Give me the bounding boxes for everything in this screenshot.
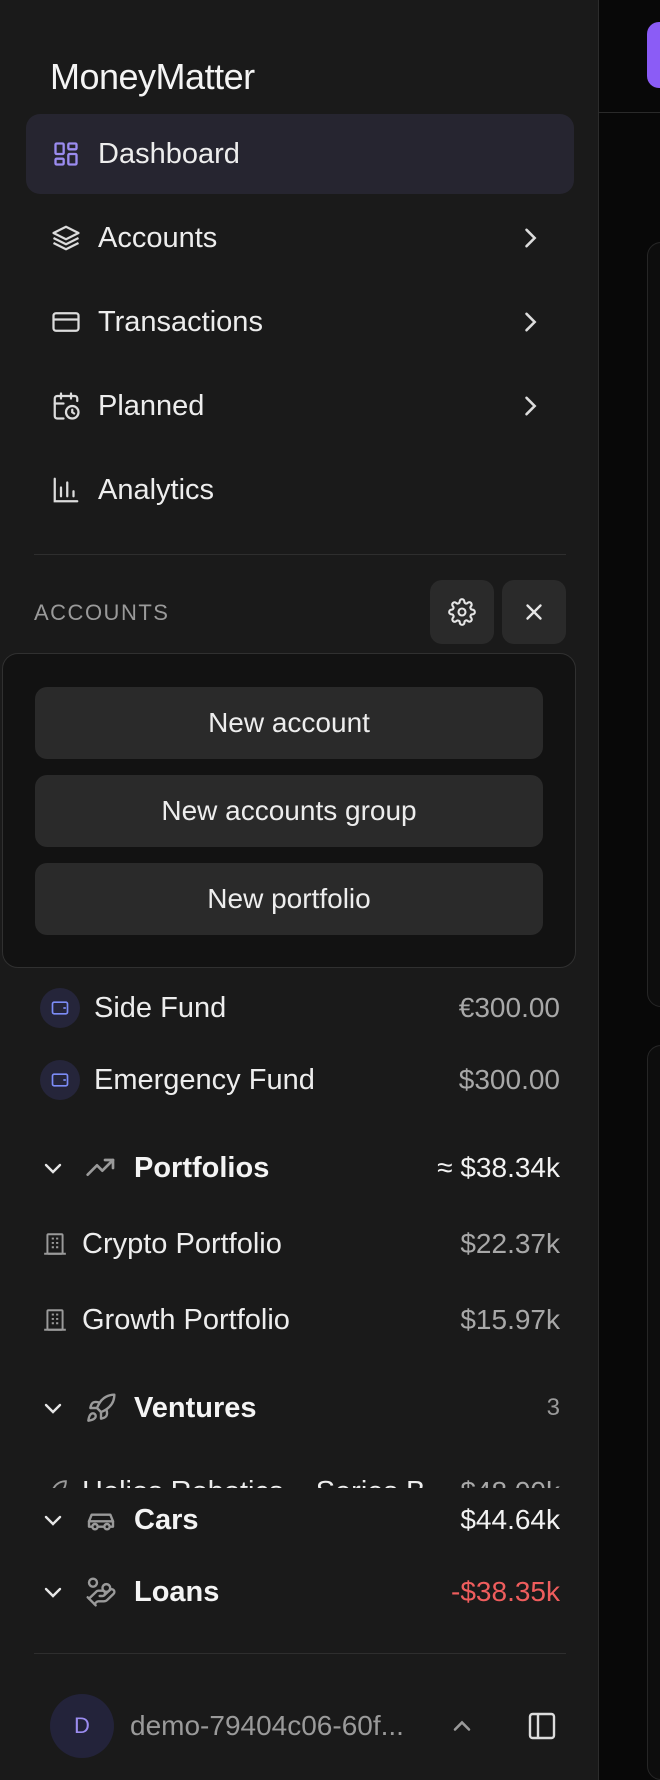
group-name: Cars [134,1503,199,1536]
nav-label: Transactions [98,305,263,338]
group-name: Ventures [134,1391,257,1424]
user-menu[interactable]: D demo-79404c06-60f... [50,1694,570,1758]
account-row-side-fund[interactable]: Side Fund €300.00 [40,984,560,1032]
portfolio-name: Crypto Portfolio [82,1227,282,1260]
wallet-icon [40,1060,80,1100]
rocket-icon [40,1477,70,1488]
accounts-settings-button[interactable] [430,580,494,644]
sidebar: MoneyMatter Dashboard Accounts Transacti… [0,0,599,1780]
group-total: -$38.35k [451,1576,560,1607]
building-icon [40,1305,70,1335]
nav-label: Planned [98,389,205,422]
trending-up-icon [84,1151,118,1185]
footer-divider [34,1653,566,1654]
group-name: Loans [134,1575,220,1608]
dashboard-icon [50,138,82,170]
new-portfolio-button[interactable]: New portfolio [35,863,543,935]
portfolio-value: $22.37k [460,1228,560,1259]
calendar-clock-icon [50,390,82,422]
venture-name: Helios Robotics – Series B [82,1476,425,1489]
main-content-edge [599,0,660,1780]
account-name: Side Fund [94,991,227,1024]
nav-label: Dashboard [98,137,240,170]
group-row-loans[interactable]: Loans -$38.35k [40,1568,560,1616]
nav-label: Accounts [98,221,218,254]
nav-item-transactions[interactable]: Transactions [26,282,574,362]
avatar[interactable]: D [50,1694,114,1758]
account-balance: $300.00 [458,1064,560,1095]
account-row-emergency-fund[interactable]: Emergency Fund $300.00 [40,1056,560,1104]
venture-value: $48.00k [460,1476,560,1488]
app-title: MoneyMatter [50,56,255,97]
chevron-up-icon[interactable] [448,1712,476,1740]
new-item-popup: New account New accounts group New portf… [2,653,576,968]
credit-card-icon [50,306,82,338]
group-count: 3 [546,1394,560,1421]
hand-coins-icon [84,1575,118,1609]
wallet-icon [40,988,80,1028]
sidebar-toggle-icon[interactable] [526,1710,558,1742]
layers-icon [50,222,82,254]
portfolio-value: $15.97k [460,1304,560,1335]
chevron-right-icon [525,312,537,332]
content-card [647,242,660,1007]
nav-item-planned[interactable]: Planned [26,366,574,446]
nav-item-dashboard[interactable]: Dashboard [26,114,574,194]
group-total: ≈ $38.34k [437,1152,560,1183]
portfolio-row-crypto[interactable]: Crypto Portfolio $22.37k [40,1220,560,1268]
chevron-down-icon[interactable] [40,1507,66,1533]
venture-row-clipped[interactable]: Helios Robotics – Series B $48.00k [40,1468,560,1488]
rocket-icon [84,1391,118,1425]
portfolio-name: Growth Portfolio [82,1303,290,1336]
new-account-button[interactable]: New account [35,687,543,759]
account-balance: €300.00 [458,992,560,1023]
nav-item-accounts[interactable]: Accounts [26,198,574,278]
content-card [647,1045,660,1780]
group-row-portfolios[interactable]: Portfolios ≈ $38.34k [40,1144,560,1192]
nav-label: Analytics [98,473,215,506]
account-name: Emergency Fund [94,1063,315,1096]
chevron-right-icon [525,228,537,248]
chevron-down-icon[interactable] [40,1155,66,1181]
group-row-ventures[interactable]: Ventures 3 [40,1384,560,1432]
group-row-cars[interactable]: Cars $44.64k [40,1496,560,1544]
primary-action-button[interactable] [647,22,660,88]
section-label-accounts: ACCOUNTS [34,600,170,625]
user-name: demo-79404c06-60f... [130,1710,404,1741]
group-total: $44.64k [460,1504,560,1535]
chevron-right-icon [525,396,537,416]
nav-item-analytics[interactable]: Analytics [26,450,574,530]
header-divider [599,112,660,113]
bar-chart-icon [50,474,82,506]
gear-icon [448,598,476,626]
group-name: Portfolios [134,1151,270,1184]
close-icon [526,604,542,620]
new-accounts-group-button[interactable]: New accounts group [35,775,543,847]
chevron-down-icon[interactable] [40,1579,66,1605]
building-icon [40,1229,70,1259]
portfolio-row-growth[interactable]: Growth Portfolio $15.97k [40,1296,560,1344]
car-icon [84,1503,118,1537]
chevron-down-icon[interactable] [40,1395,66,1421]
nav-divider [34,554,566,555]
close-popup-button[interactable] [502,580,566,644]
